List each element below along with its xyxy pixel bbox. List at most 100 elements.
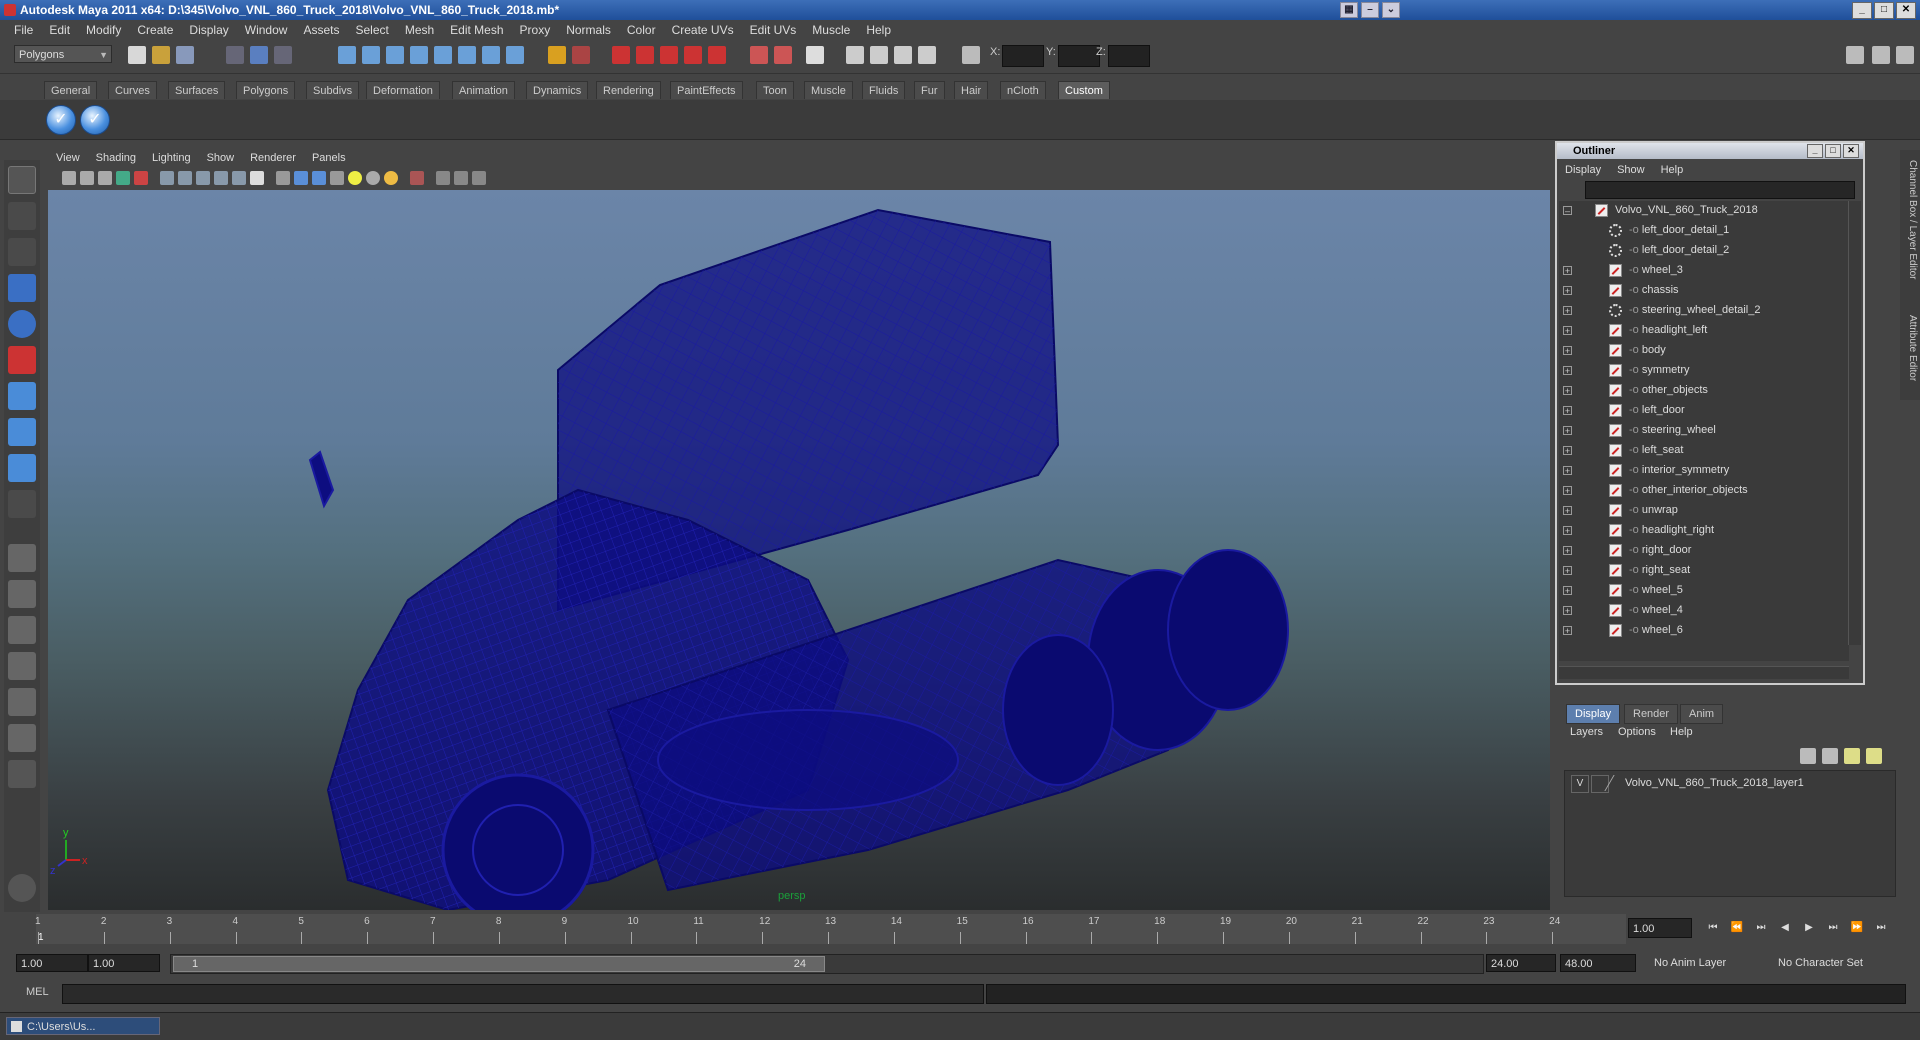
close-button[interactable]: ✕ (1896, 2, 1916, 19)
menu-modify[interactable]: Modify (78, 23, 129, 37)
camera-icon[interactable] (846, 46, 864, 64)
layer-menu-layers[interactable]: Layers (1570, 726, 1603, 738)
expand-icon[interactable]: + (1563, 466, 1572, 476)
lighting-icon[interactable] (214, 171, 228, 185)
outliner-vertical-scrollbar[interactable] (1848, 201, 1861, 645)
outliner-item-row[interactable]: + wheel_4 (1559, 601, 1849, 621)
checkmark-icon[interactable]: ✓ (46, 105, 76, 135)
time-ruler[interactable]: 1 1 2 3 4 5 6 7 8 9 10 11 12 13 14 15 16 17 18 19 20 21 22 23 2… (35, 914, 1626, 944)
expand-icon[interactable]: + (1563, 506, 1572, 516)
shelf-tab-custom[interactable]: Custom (1058, 81, 1110, 99)
perspective-graph-layout-icon[interactable] (8, 652, 36, 680)
outliner-item-row[interactable]: + right_door (1559, 541, 1849, 561)
menu-create-uvs[interactable]: Create UVs (664, 23, 742, 37)
new-layer-selected-icon[interactable] (1822, 748, 1838, 764)
shelf-tab-curves[interactable]: Curves (108, 81, 157, 99)
viewport-menu-panels[interactable]: Panels (304, 152, 354, 164)
batch-render-icon[interactable] (918, 46, 936, 64)
minus-icon[interactable]: – (1361, 2, 1379, 18)
expand-icon[interactable]: + (1563, 366, 1572, 376)
menu-proxy[interactable]: Proxy (512, 23, 559, 37)
chevron-down-icon[interactable]: ⌄ (1382, 2, 1400, 18)
rotate-tool-icon[interactable] (8, 310, 36, 338)
collapse-icon[interactable]: – (1563, 206, 1572, 216)
texture-icon[interactable] (250, 171, 264, 185)
expand-icon[interactable]: + (1563, 546, 1572, 556)
outliner-item-row[interactable]: left_door_detail_1 (1559, 221, 1849, 241)
isolate-select-icon[interactable] (276, 171, 290, 185)
save-scene-icon[interactable] (176, 46, 194, 64)
show-manipulator-tool-icon[interactable] (8, 454, 36, 482)
checkmark-icon[interactable]: ✓ (80, 105, 110, 135)
render-view-icon[interactable] (684, 46, 702, 64)
outliner-item-row[interactable]: + other_interior_objects (1559, 481, 1849, 501)
go-to-end-icon[interactable]: ⏭ (1874, 922, 1888, 934)
outliner-item-row[interactable]: + steering_wheel_detail_2 (1559, 301, 1849, 321)
menu-window[interactable]: Window (237, 23, 296, 37)
layer-sparkle-2-icon[interactable] (1866, 748, 1882, 764)
shelf-tab-subdivs[interactable]: Subdivs (306, 81, 360, 99)
shelf-tab-hair[interactable]: Hair (954, 81, 989, 99)
outliner-item-row[interactable]: + wheel_6 (1559, 621, 1849, 641)
outliner-item-row[interactable]: + right_seat (1559, 561, 1849, 581)
outliner-title-bar[interactable]: Outliner _ □ ✕ (1557, 143, 1863, 159)
step-back-key-icon[interactable]: ⏭ (1754, 922, 1768, 934)
expand-icon[interactable]: + (1563, 626, 1572, 636)
camera-select-icon[interactable] (62, 171, 76, 185)
playback-start-field[interactable]: 1.00 (88, 954, 160, 972)
film-icon[interactable] (894, 46, 912, 64)
hypershade-icon[interactable] (708, 46, 726, 64)
expand-icon[interactable]: + (1563, 426, 1572, 436)
new-scene-icon[interactable] (128, 46, 146, 64)
outliner-item-row[interactable]: + interior_symmetry (1559, 461, 1849, 481)
outliner-item-row[interactable]: + unwrap (1559, 501, 1849, 521)
graph-editor-layout-icon[interactable] (8, 724, 36, 752)
snap-to-view-plane-icon[interactable] (410, 46, 428, 64)
character-set-dropdown[interactable]: No Character Set (1774, 954, 1894, 972)
viewport-menu-show[interactable]: Show (199, 152, 243, 164)
viewport-menu-lighting[interactable]: Lighting (144, 152, 199, 164)
menu-assets[interactable]: Assets (295, 23, 347, 37)
history-icon[interactable] (458, 46, 476, 64)
outliner-item-row[interactable]: + symmetry (1559, 361, 1849, 381)
snap-to-grid-icon[interactable] (338, 46, 356, 64)
render-current-frame-icon[interactable] (612, 46, 630, 64)
mel-label[interactable]: MEL (26, 986, 49, 998)
outliner-item-row[interactable]: + wheel_5 (1559, 581, 1849, 601)
shelf-tab-surfaces[interactable]: Surfaces (168, 81, 226, 99)
xray-icon[interactable] (294, 171, 308, 185)
shelf-tab-fluids[interactable]: Fluids (862, 81, 906, 99)
channel-box-layer-editor-tab[interactable]: Channel Box / Layer Editor (1902, 160, 1918, 280)
render-settings-icon[interactable] (660, 46, 678, 64)
shelf-tab-general[interactable]: General (44, 81, 98, 99)
outliner-item-row[interactable]: + steering_wheel (1559, 421, 1849, 441)
shelf-tab-ncloth[interactable]: nCloth (1000, 81, 1046, 99)
attribute-editor-tab[interactable]: Attribute Editor (1902, 315, 1918, 381)
outliner-menu-display[interactable]: Display (1557, 164, 1609, 176)
shelf-tab-painteffects[interactable]: PaintEffects (670, 81, 743, 99)
select-by-component-icon[interactable] (274, 46, 292, 64)
expand-icon[interactable]: + (1563, 586, 1572, 596)
last-tool-icon[interactable] (8, 490, 36, 518)
camera-attributes-icon[interactable] (80, 171, 94, 185)
layer-tab-anim[interactable]: Anim (1680, 704, 1724, 724)
shelf-tab-polygons[interactable]: Polygons (236, 81, 296, 99)
expand-icon[interactable]: + (1563, 526, 1572, 536)
playback-end-field[interactable]: 24.00 (1486, 954, 1556, 972)
outliner-item-row[interactable]: + left_door (1559, 401, 1849, 421)
range-bar[interactable]: 1 24 (170, 954, 1484, 974)
layer-sparkle-icon[interactable] (1844, 748, 1860, 764)
single-perspective-layout-icon[interactable] (8, 544, 36, 572)
menu-set-dropdown[interactable]: Polygons ▼ (14, 45, 112, 63)
step-forward-frame-icon[interactable]: ⏩ (1850, 922, 1864, 934)
help-icon[interactable] (506, 46, 524, 64)
outliner-maximize-button[interactable]: □ (1825, 144, 1841, 158)
select-by-hierarchy-icon[interactable] (226, 46, 244, 64)
outliner-item-row[interactable]: + headlight_right (1559, 521, 1849, 541)
perspective-viewport[interactable]: y x z persp (48, 190, 1550, 910)
anim-layer-dropdown[interactable]: No Anim Layer (1650, 954, 1760, 972)
viewport-menu-shading[interactable]: Shading (88, 152, 144, 164)
checker-icon[interactable] (330, 171, 344, 185)
menu-file[interactable]: File (6, 23, 41, 37)
tool-settings-icon[interactable] (774, 46, 792, 64)
